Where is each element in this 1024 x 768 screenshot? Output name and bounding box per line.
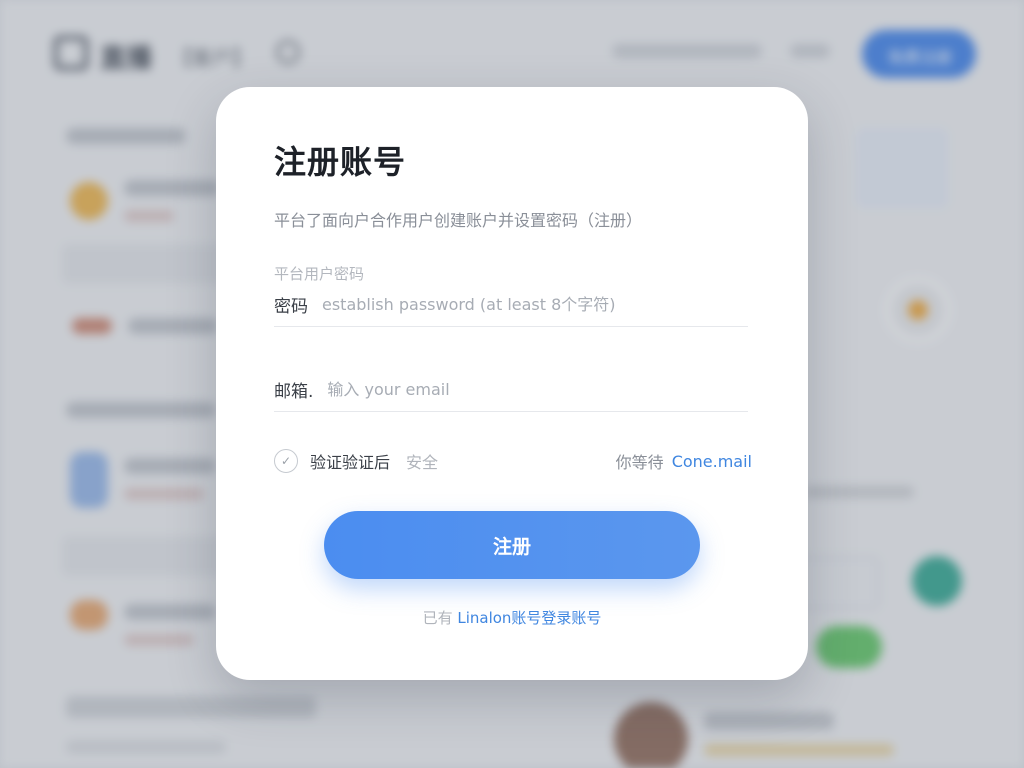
password-input[interactable] xyxy=(322,295,702,314)
verify-hint: 安全 xyxy=(406,453,439,472)
verify-row: ✓ 验证验证后 安全 你等待 Cone.mail xyxy=(274,447,752,475)
modal-description: 平台了面向户合作用户创建账户并设置密码（注册） xyxy=(274,211,643,230)
password-label: 密码 xyxy=(274,297,308,317)
wait-text: 你等待 xyxy=(615,453,664,472)
password-field: 密码 xyxy=(274,283,748,327)
login-link[interactable]: Linalon账号登录账号 xyxy=(457,609,601,627)
verify-radio[interactable]: ✓ xyxy=(274,449,298,473)
modal-title: 注册账号 xyxy=(274,143,407,181)
email-field: 邮箱. xyxy=(274,368,748,412)
password-hint: 平台用户密码 xyxy=(274,265,365,283)
register-modal: 注册账号 平台了面向户合作用户创建账户并设置密码（注册） 平台用户密码 密码 邮… xyxy=(216,87,808,680)
email-link[interactable]: Cone.mail xyxy=(672,452,752,471)
login-footer: 已有 Linalon账号登录账号 xyxy=(216,607,808,628)
email-input[interactable] xyxy=(327,380,708,399)
check-icon: ✓ xyxy=(280,454,292,468)
verify-label: 验证验证后 xyxy=(310,453,391,472)
email-label: 邮箱. xyxy=(274,382,314,402)
register-button[interactable]: 注册 xyxy=(324,511,700,579)
footer-prefix: 已有 xyxy=(422,609,453,627)
